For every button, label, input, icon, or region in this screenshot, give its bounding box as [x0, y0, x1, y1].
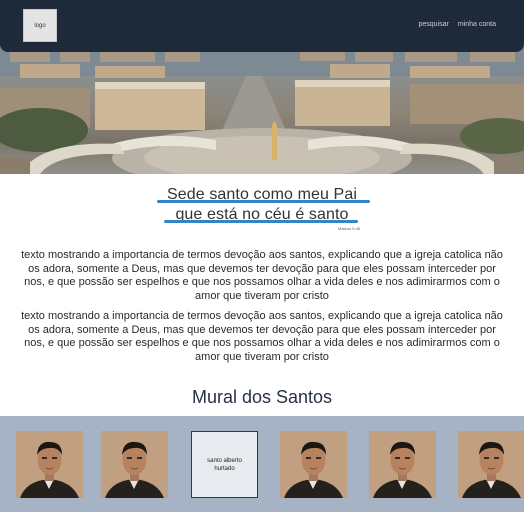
nav-link-pesquisar[interactable]: pesquisar: [419, 21, 449, 28]
top-navbar: logo pesquisar minha conta: [0, 0, 524, 52]
nav-links: pesquisar minha conta: [419, 21, 497, 28]
saint-card[interactable]: [280, 431, 347, 498]
logo[interactable]: logo: [23, 9, 57, 42]
saint-portrait-image: [369, 431, 436, 498]
quote-underline-2: [164, 220, 358, 223]
logo-label: logo: [34, 22, 46, 29]
saint-portrait-image: [16, 431, 83, 498]
hero-image: [0, 40, 524, 174]
quote-heading: Sede santo como meu Pai que está no céu …: [0, 185, 524, 225]
quote-underline-1: [157, 200, 370, 203]
saint-card[interactable]: [101, 431, 168, 498]
saint-portrait-image: [280, 431, 347, 498]
saint-card[interactable]: [369, 431, 436, 498]
saint-card-placeholder[interactable]: santo alberto hurtado: [191, 431, 258, 498]
saint-card[interactable]: [458, 431, 524, 498]
intro-paragraph-2: texto mostrando a importancia de termos …: [21, 310, 503, 363]
saint-card[interactable]: [16, 431, 83, 498]
nav-link-minha-conta[interactable]: minha conta: [458, 21, 496, 28]
mural-strip: santo alberto hurtado: [0, 416, 524, 512]
intro-paragraph-1: texto mostrando a importancia de termos …: [21, 249, 503, 302]
mural-title: Mural dos Santos: [191, 387, 333, 407]
quote-reference: Mateus 5:48: [338, 226, 361, 231]
saint-name-label: santo alberto hurtado: [207, 457, 242, 472]
saint-portrait-image: [101, 431, 168, 498]
saint-portrait-image: [458, 431, 524, 498]
